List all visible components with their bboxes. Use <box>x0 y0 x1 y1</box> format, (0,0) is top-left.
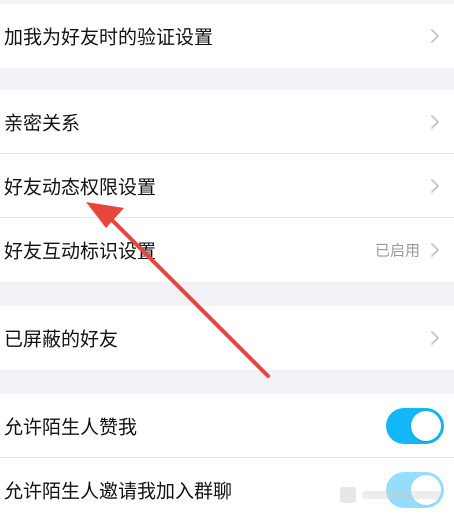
chevron-right-icon <box>428 331 442 345</box>
settings-row-label: 允许陌生人赞我 <box>4 416 138 439</box>
chevron-right-icon <box>428 115 442 129</box>
settings-row-intimate-relationship[interactable]: 亲密关系 <box>0 90 454 154</box>
chevron-right-icon <box>428 179 442 193</box>
watermark-logo <box>340 487 442 503</box>
settings-row-label: 允许陌生人邀请我加入群聊 <box>4 480 233 503</box>
toggle-knob <box>411 411 441 441</box>
settings-group-blocked: 已屏蔽的好友 <box>0 306 454 370</box>
status-text: 已启用 <box>374 241 420 260</box>
settings-group-friends: 亲密关系 好友动态权限设置 好友互动标识设置 已启用 <box>0 90 454 282</box>
settings-row-label: 亲密关系 <box>4 112 81 135</box>
chevron-right-icon <box>428 243 442 257</box>
settings-row-blocked-friends[interactable]: 已屏蔽的好友 <box>0 306 454 370</box>
toggle-switch[interactable] <box>386 408 444 444</box>
chevron-right-icon <box>428 29 442 43</box>
settings-row-label: 好友动态权限设置 <box>4 176 157 199</box>
settings-row-feed-permissions[interactable]: 好友动态权限设置 <box>0 154 454 218</box>
settings-page: 加我为好友时的验证设置 亲密关系 好友动态权限设置 好友互动标识设置 已启用 已… <box>0 0 454 522</box>
settings-row-label: 加我为好友时的验证设置 <box>4 26 214 49</box>
settings-group-verification: 加我为好友时的验证设置 <box>0 4 454 68</box>
settings-row-label: 好友互动标识设置 <box>4 240 157 263</box>
settings-row-interaction-marks[interactable]: 好友互动标识设置 已启用 <box>0 218 454 282</box>
settings-row-label: 已屏蔽的好友 <box>4 328 119 351</box>
settings-row-allow-stranger-likes: 允许陌生人赞我 <box>0 394 454 458</box>
settings-row-verification[interactable]: 加我为好友时的验证设置 <box>0 4 454 68</box>
